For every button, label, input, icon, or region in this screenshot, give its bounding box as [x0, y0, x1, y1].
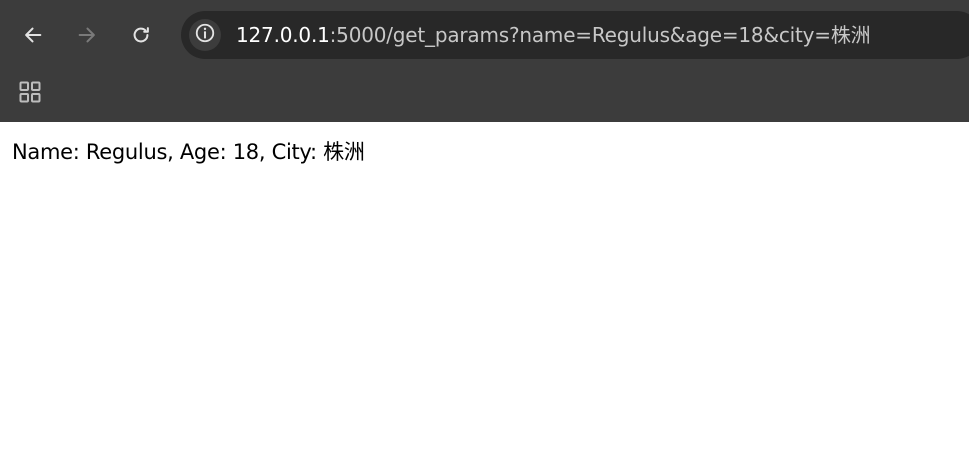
response-text: Name: Regulus, Age: 18, City: 株洲: [12, 140, 365, 164]
back-button[interactable]: [13, 15, 53, 55]
info-circle-icon: [194, 22, 216, 48]
arrow-left-icon: [22, 24, 44, 46]
arrow-right-icon: [76, 24, 98, 46]
site-info-button[interactable]: [189, 19, 221, 51]
forward-button[interactable]: [67, 15, 107, 55]
page-content: Name: Regulus, Age: 18, City: 株洲: [0, 122, 969, 468]
address-bar[interactable]: 127.0.0.1:5000/get_params?name=Regulus&a…: [181, 11, 969, 59]
url-text[interactable]: 127.0.0.1:5000/get_params?name=Regulus&a…: [236, 11, 871, 59]
reload-icon: [130, 24, 152, 46]
url-path: :5000/get_params?name=Regulus&age=18&cit…: [329, 23, 871, 47]
reload-button[interactable]: [121, 15, 161, 55]
bookmarks-bar: [0, 70, 969, 122]
apps-button[interactable]: [12, 76, 48, 112]
browser-toolbar: 127.0.0.1:5000/get_params?name=Regulus&a…: [0, 0, 969, 70]
apps-grid-icon: [18, 80, 42, 108]
browser-chrome: 127.0.0.1:5000/get_params?name=Regulus&a…: [0, 0, 969, 122]
url-host: 127.0.0.1: [236, 23, 330, 47]
